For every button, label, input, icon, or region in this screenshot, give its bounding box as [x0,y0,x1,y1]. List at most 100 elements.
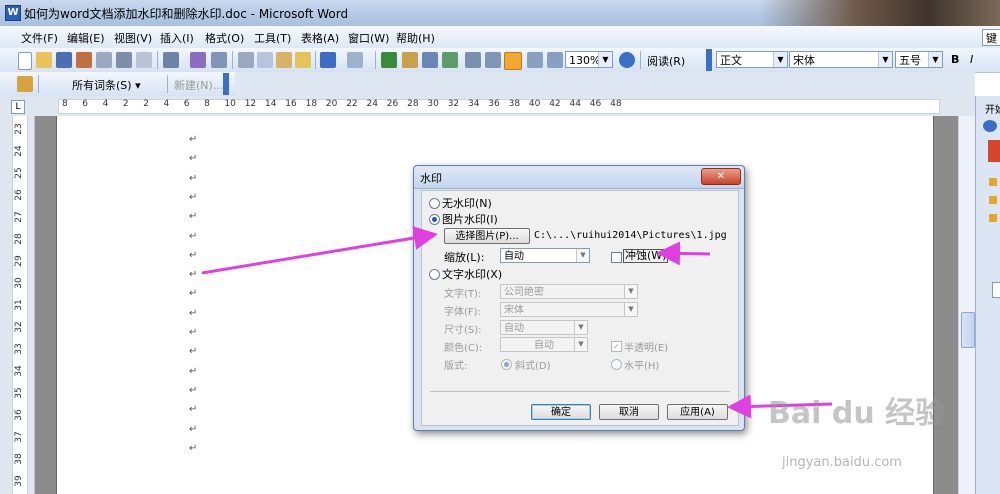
menu-view[interactable]: 视图(V) [114,30,152,46]
back-arrow-icon[interactable] [983,120,997,132]
copy-icon[interactable] [257,52,273,68]
size-select[interactable]: 自动 ▼ [500,320,588,335]
font-select[interactable]: 宋体 ▼ [789,51,893,68]
menu-edit[interactable]: 编辑(E) [67,30,105,46]
office-logo-icon [988,140,1000,162]
email-icon[interactable] [96,52,112,68]
format-painter-icon[interactable] [295,52,311,68]
bullet-icon [989,214,997,222]
document-map-icon[interactable] [504,52,522,70]
drawing-icon[interactable] [485,52,501,68]
columns-icon[interactable] [465,52,481,68]
semitransparent-checkbox[interactable]: ✓ [611,341,622,352]
no-watermark-radio[interactable] [429,198,440,209]
ruler-number: 26 [386,99,399,109]
print-icon[interactable] [116,52,132,68]
font-size-select[interactable]: 五号 ▼ [895,51,943,68]
ruler-number: 40 [528,99,541,109]
text-watermark-label[interactable]: 文字水印(X) [442,266,502,282]
ruler-number: 6 [183,99,190,109]
open-folder-icon[interactable] [36,52,52,68]
no-watermark-label[interactable]: 无水印(N) [442,195,492,211]
menu-insert[interactable]: 插入(I) [160,30,194,46]
close-button[interactable]: ✕ [701,168,741,185]
help-icon[interactable] [619,52,635,68]
insert-table-icon[interactable] [422,52,438,68]
spelling-icon[interactable] [163,52,179,68]
ruler-number: 4 [163,99,170,109]
picture-watermark-radio[interactable] [429,214,440,225]
style-select[interactable]: 正文 ▼ [716,51,788,68]
font-select[interactable]: 宋体 ▼ [500,302,638,317]
toolbar-chevron[interactable] [223,73,229,95]
vertical-ruler-number: 23 [14,123,24,135]
chevron-down-icon: ▼ [878,52,892,67]
zoom-select[interactable]: 130% ▼ [565,51,613,68]
ruler-number: 8 [204,99,210,109]
dialog-title-bar[interactable] [414,166,744,189]
hyperlink-icon[interactable] [381,52,397,68]
tab-selector[interactable]: L [11,100,25,114]
vertical-scrollbar[interactable] [958,116,976,494]
ruler-number: 42 [549,99,561,109]
bullet-icon [989,196,997,204]
diagonal-label[interactable]: 斜式(D) [515,357,551,372]
bold-button[interactable]: B [951,53,959,66]
standard-toolbar: 130% ▼ 阅读(R) 正文 ▼ 宋体 ▼ 五号 ▼ B I [0,48,1000,73]
vertical-ruler-number: 37 [14,431,24,443]
scale-select[interactable]: 自动 ▼ [500,248,590,263]
menu-table[interactable]: 表格(A) [301,30,339,46]
scrollbar-thumb[interactable] [961,312,975,348]
task-pane-title: 开始 [985,105,1000,116]
select-picture-button[interactable]: 选择图片(P)... [444,228,530,244]
apply-button[interactable]: 应用(A) [667,404,728,420]
autotext-icon[interactable] [17,76,33,92]
italic-button[interactable]: I [970,53,973,66]
save-icon[interactable] [56,52,72,68]
semitransparent-label[interactable]: 半透明(E) [624,339,668,354]
paste-icon[interactable] [276,52,292,68]
read-mode-button[interactable]: 阅读(R) [647,53,685,69]
ruler-number: 12 [244,99,257,109]
cancel-button[interactable]: 取消 [599,404,659,420]
print-preview-icon[interactable] [136,52,152,68]
translate-icon[interactable] [211,52,227,68]
paragraph-marks-icon[interactable] [547,52,563,68]
cut-icon[interactable] [238,52,254,68]
menu-window[interactable]: 窗口(W) [348,30,389,46]
baidu-watermark-logo: Bai du 经验 [768,396,946,431]
horizontal-radio[interactable] [611,359,622,370]
watermark-dialog: 水印 ✕ 无水印(N) 图片水印(I) 选择图片(P)... C:\...\ru… [413,165,745,431]
picture-watermark-label[interactable]: 图片水印(I) [442,211,498,227]
task-search-input[interactable] [992,282,1000,298]
menu-format[interactable]: 格式(O) [205,30,244,46]
undo-icon[interactable] [320,52,336,68]
vertical-ruler-number: 34 [14,365,24,377]
ruler-number: 44 [569,99,581,109]
text-select[interactable]: 公司绝密 ▼ [500,284,638,299]
horizontal-label[interactable]: 水平(H) [624,357,659,372]
vertical-ruler-number: 28 [14,233,24,245]
all-entries-button[interactable]: 所有词条(S) ▾ [72,77,141,93]
toolbar-chevron[interactable] [706,49,712,71]
text-value: 公司绝密 [504,287,544,298]
menu-tools[interactable]: 工具(T) [254,30,291,46]
new-document-icon[interactable] [18,52,32,70]
menu-help[interactable]: 帮助(H) [396,30,435,46]
color-select[interactable]: 自动 ▼ [500,337,588,352]
scale-label: 缩放(L): [444,251,485,264]
redo-icon[interactable] [347,52,363,68]
text-watermark-radio[interactable] [429,269,440,280]
diagonal-radio[interactable] [501,359,512,370]
washout-checkbox[interactable] [611,252,622,263]
research-icon[interactable] [190,52,206,68]
menu-file[interactable]: 文件(F) [21,30,58,46]
show-hide-icon[interactable] [527,52,543,68]
help-search-input[interactable]: 键 [982,29,1000,46]
new-entry-button[interactable]: 新建(N)... [174,77,223,93]
insert-excel-icon[interactable] [442,52,458,68]
tables-borders-icon[interactable] [402,52,418,68]
washout-label[interactable]: 冲蚀(W) [623,249,669,263]
ok-button[interactable]: 确定 [531,404,591,420]
permission-icon[interactable] [76,52,92,68]
